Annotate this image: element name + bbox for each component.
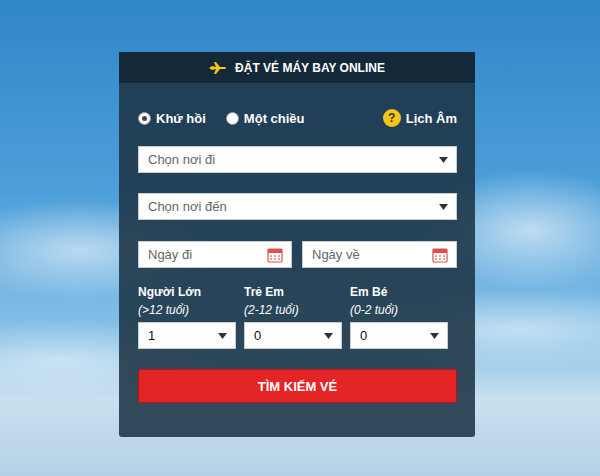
lunar-calendar-toggle[interactable]: ?Lịch Âm: [383, 109, 457, 127]
trip-type-radio[interactable]: Một chiều: [226, 111, 305, 126]
passenger-age: (0-2 tuổi): [350, 303, 448, 318]
help-icon[interactable]: ?: [383, 109, 401, 127]
trip-type-row: Khứ hồi Một chiều ?Lịch Âm: [138, 109, 457, 127]
passenger-column: Người Lớn (>12 tuổi) 1: [138, 285, 236, 349]
dropdown-arrow-icon: [430, 333, 439, 339]
passenger-label: Em Bé: [350, 285, 448, 300]
passenger-count-select[interactable]: 1: [138, 322, 236, 349]
dropdown-arrow-icon: [439, 157, 448, 163]
radio-button[interactable]: [138, 112, 151, 125]
passenger-label: Người Lớn: [138, 285, 236, 300]
dropdown-arrow-icon: [324, 333, 333, 339]
date-row: Ngày đi Ngày về: [138, 241, 457, 268]
page: ĐẶT VÉ MÁY BAY ONLINE Khứ hồi Một chiều ?Lị…: [0, 0, 600, 476]
search-button[interactable]: TÌM KIẾM VÉ: [138, 369, 457, 403]
airplane-icon: [209, 62, 227, 74]
dropdown-arrow-icon: [218, 333, 227, 339]
passenger-count-select[interactable]: 0: [244, 322, 342, 349]
panel-title: ĐẶT VÉ MÁY BAY ONLINE: [235, 61, 385, 75]
date-input[interactable]: Ngày về: [302, 241, 457, 268]
passenger-age: (>12 tuổi): [138, 303, 236, 318]
calendar-icon[interactable]: [267, 247, 283, 263]
radio-button[interactable]: [226, 112, 239, 125]
trip-type-radio[interactable]: Khứ hồi: [138, 111, 206, 126]
calendar-icon[interactable]: [432, 247, 448, 263]
panel-header: ĐẶT VÉ MÁY BAY ONLINE: [119, 52, 475, 84]
passenger-grid: Người Lớn(>12 tuổi)1Trẻ Em(2-12 tuổi)0Em…: [138, 285, 457, 349]
origin-select[interactable]: Chọn nơi đi: [138, 146, 457, 173]
passenger-count-select[interactable]: 0: [350, 322, 448, 349]
passenger-age: (2-12 tuổi): [244, 303, 342, 318]
booking-panel: ĐẶT VÉ MÁY BAY ONLINE Khứ hồi Một chiều ?Lị…: [119, 52, 475, 437]
destination-select[interactable]: Chọn nơi đến: [138, 193, 457, 220]
date-input[interactable]: Ngày đi: [138, 241, 292, 268]
passenger-column: Em Bé (0-2 tuổi) 0: [350, 285, 448, 349]
passenger-label: Trẻ Em: [244, 285, 342, 300]
passenger-column: Trẻ Em (2-12 tuổi) 0: [244, 285, 342, 349]
dropdown-arrow-icon: [439, 204, 448, 210]
booking-form: Khứ hồi Một chiều ?Lịch Âm Chọn nơi đi Chọn …: [119, 84, 475, 403]
